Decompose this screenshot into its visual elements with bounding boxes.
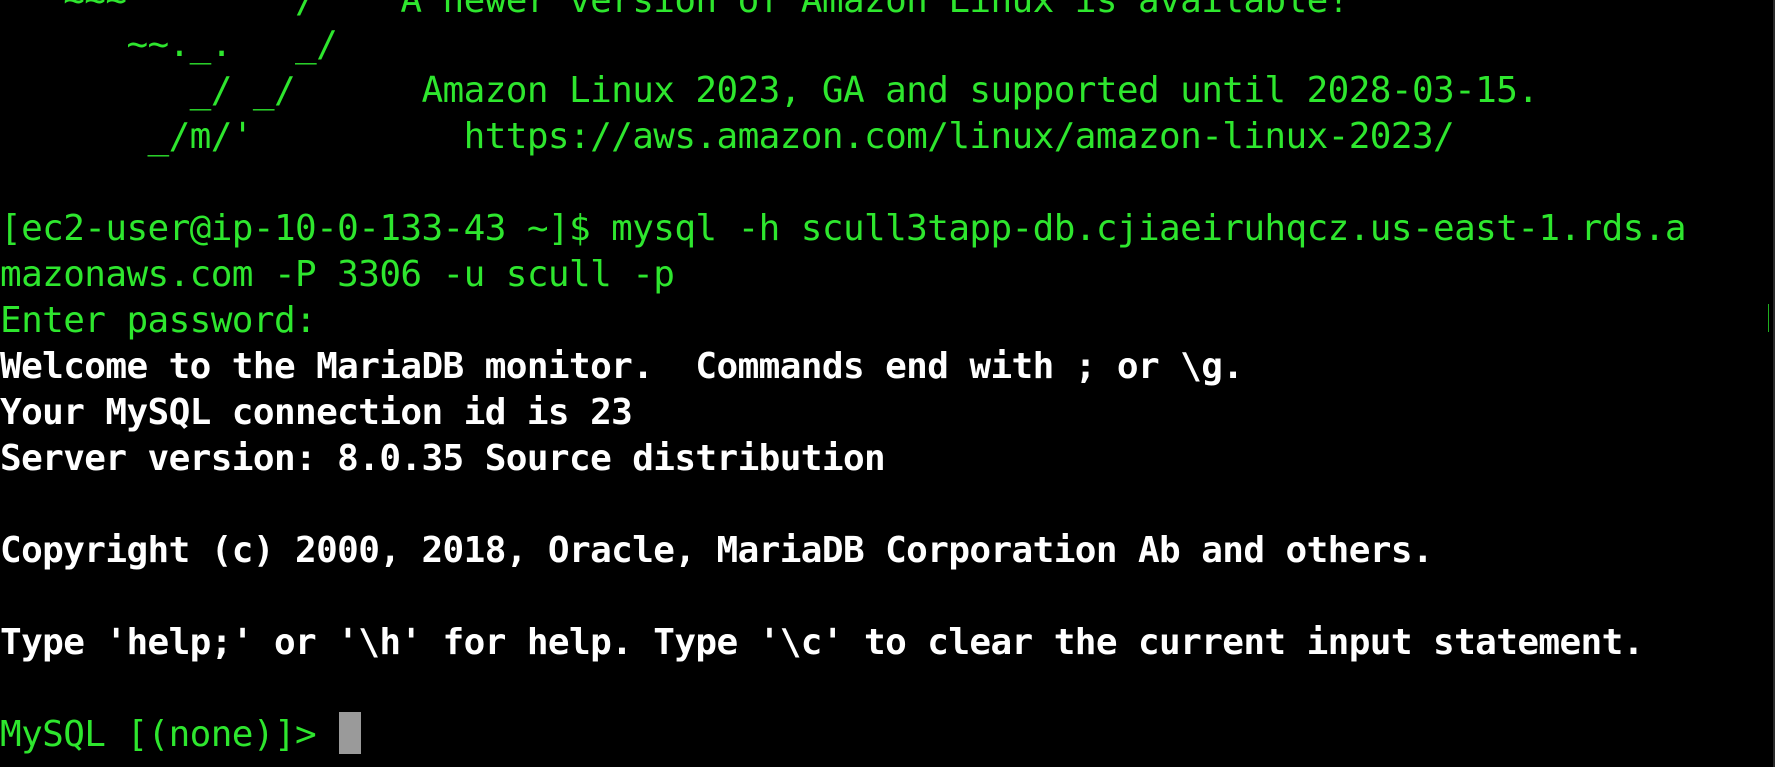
motd-line-url: _/m/' https://aws.amazon.com/linux/amazo… — [0, 116, 1455, 157]
welcome-message: Welcome to the MariaDB monitor. Commands… — [0, 346, 1244, 387]
motd-line-amazon-linux-2023: _/ _/ Amazon Linux 2023, GA and supporte… — [0, 70, 1539, 111]
password-prompt: Enter password: — [0, 300, 317, 341]
motd-line-newer-version: ~~~ / A newer version of Amazon Linux is… — [0, 0, 1349, 21]
motd-ascii-line-2: ~~._. _/ — [0, 24, 338, 65]
copyright-line: Copyright (c) 2000, 2018, Oracle, MariaD… — [0, 530, 1434, 571]
help-hint-line: Type 'help;' or '\h' for help. Type '\c'… — [0, 622, 1644, 663]
shell-command-line: [ec2-user@ip-10-0-133-43 ~]$ mysql -h sc… — [0, 208, 1687, 249]
server-version-line: Server version: 8.0.35 Source distributi… — [0, 438, 886, 479]
cursor-block — [339, 712, 362, 754]
mysql-prompt-line[interactable]: MySQL [(none)]> — [0, 712, 362, 758]
terminal-window[interactable]: ~~~ / A newer version of Amazon Linux is… — [0, 0, 1775, 767]
line-end-marker — [1766, 304, 1769, 332]
shell-command-line-wrap: mazonaws.com -P 3306 -u scull -p — [0, 254, 675, 295]
mysql-prompt: MySQL [(none)]> — [0, 714, 338, 755]
connection-id-line: Your MySQL connection id is 23 — [0, 392, 633, 433]
